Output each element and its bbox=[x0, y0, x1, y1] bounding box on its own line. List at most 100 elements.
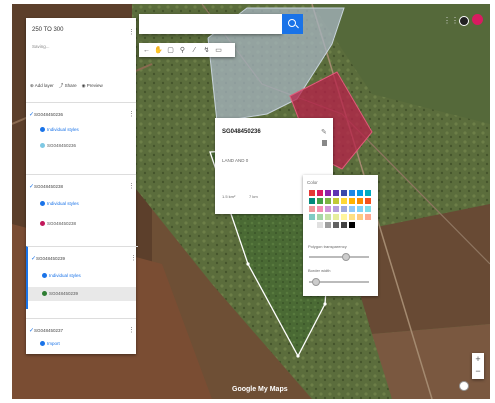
color-swatch[interactable] bbox=[340, 213, 348, 221]
apps-grid-icon[interactable]: ⋮⋮ bbox=[443, 16, 459, 25]
color-swatch[interactable] bbox=[324, 197, 332, 205]
layer-options-icon[interactable]: ⋮ bbox=[130, 254, 137, 262]
layer-style-link[interactable]: Individual styles bbox=[42, 273, 81, 279]
search-input[interactable] bbox=[141, 16, 281, 32]
color-swatch[interactable] bbox=[308, 205, 316, 213]
color-swatch[interactable] bbox=[324, 205, 332, 213]
map-header: 250 TO 300 Saving... ⋮ bbox=[26, 18, 136, 78]
color-swatch[interactable] bbox=[364, 197, 372, 205]
preview-label: Preview bbox=[86, 83, 103, 88]
color-swatch[interactable] bbox=[364, 213, 372, 221]
share-label: Share bbox=[64, 83, 77, 88]
layer-item[interactable]: ✓ SG048450238 ⋮ Individual styles SG0484… bbox=[26, 174, 136, 237]
avatar[interactable] bbox=[472, 14, 483, 25]
color-label: Color bbox=[307, 180, 318, 185]
color-swatch[interactable] bbox=[332, 221, 340, 229]
undo-icon[interactable]: ← bbox=[141, 44, 152, 56]
drawing-toolbar: ← ✋ ▢ ⚲ ⁄ ↯ ▭ bbox=[139, 43, 235, 57]
more-options-icon[interactable]: ⋮ bbox=[128, 28, 135, 36]
color-swatch[interactable] bbox=[364, 189, 372, 197]
style-icon bbox=[42, 273, 47, 279]
feature-item[interactable]: SG048450239 bbox=[42, 291, 79, 297]
color-swatch[interactable] bbox=[332, 205, 340, 213]
style-icon bbox=[40, 201, 45, 207]
color-swatch[interactable] bbox=[340, 221, 348, 229]
slider-handle[interactable] bbox=[342, 253, 350, 261]
feature-item[interactable]: SG048450236 bbox=[40, 143, 77, 149]
color-swatch[interactable] bbox=[324, 213, 332, 221]
feature-label: SG048450236 bbox=[47, 143, 77, 148]
zoom-out-button[interactable]: − bbox=[472, 366, 484, 379]
polygon-transparency-slider[interactable] bbox=[309, 253, 369, 261]
feature-item[interactable]: SG048450238 bbox=[40, 221, 76, 227]
color-swatch[interactable] bbox=[316, 221, 324, 229]
slider-handle[interactable] bbox=[312, 278, 320, 286]
color-swatch[interactable] bbox=[348, 213, 356, 221]
color-swatch[interactable] bbox=[308, 189, 316, 197]
color-swatch[interactable] bbox=[308, 221, 316, 229]
color-swatch[interactable] bbox=[356, 213, 364, 221]
color-swatch[interactable] bbox=[340, 189, 348, 197]
color-swatch[interactable] bbox=[356, 189, 364, 197]
preview-button[interactable]: ◉ Preview bbox=[82, 83, 103, 89]
layer-style-link[interactable]: Individual styles bbox=[40, 201, 79, 207]
color-swatch[interactable] bbox=[324, 221, 332, 229]
marker-icon[interactable]: ⚲ bbox=[177, 44, 188, 56]
color-swatch[interactable] bbox=[356, 197, 364, 205]
polygon-transparency-label: Polygon transparency bbox=[308, 244, 347, 249]
search-button[interactable] bbox=[282, 14, 303, 34]
color-swatch[interactable] bbox=[348, 221, 356, 229]
color-swatch[interactable] bbox=[348, 197, 356, 205]
color-swatch[interactable] bbox=[332, 213, 340, 221]
save-status: Saving... bbox=[32, 44, 50, 49]
notifications-icon[interactable] bbox=[459, 16, 469, 26]
line-icon[interactable]: ⁄ bbox=[189, 44, 200, 56]
color-swatch[interactable] bbox=[308, 197, 316, 205]
color-swatch[interactable] bbox=[356, 205, 364, 213]
color-swatch[interactable] bbox=[364, 205, 372, 213]
route-icon[interactable]: ↯ bbox=[201, 44, 212, 56]
import-icon bbox=[40, 341, 45, 347]
layer-item[interactable]: ✓ SG048450237 ⋮ Import bbox=[26, 318, 136, 355]
feature-perimeter: 7 km bbox=[249, 194, 258, 199]
color-swatch[interactable] bbox=[348, 205, 356, 213]
feature-label: SG048450239 bbox=[49, 291, 79, 296]
layer-options-icon[interactable]: ⋮ bbox=[128, 182, 135, 190]
edit-icon[interactable]: ✎ bbox=[321, 128, 327, 136]
layer-options-icon[interactable]: ⋮ bbox=[128, 326, 135, 334]
style-icon bbox=[40, 127, 45, 133]
border-width-label: Border width bbox=[308, 268, 331, 273]
color-swatch[interactable] bbox=[308, 213, 316, 221]
hand-icon[interactable]: ✋ bbox=[153, 44, 164, 56]
color-swatch[interactable] bbox=[340, 205, 348, 213]
my-location-icon[interactable] bbox=[459, 381, 469, 391]
color-swatch[interactable] bbox=[324, 189, 332, 197]
polygon-icon[interactable]: ▢ bbox=[165, 44, 176, 56]
layer-name: SG048450236 bbox=[34, 112, 64, 117]
color-swatch[interactable] bbox=[348, 189, 356, 197]
add-layer-button[interactable]: ⊕ Add layer bbox=[30, 83, 54, 89]
map-title[interactable]: 250 TO 300 bbox=[32, 27, 63, 33]
color-swatch[interactable] bbox=[332, 189, 340, 197]
google-my-maps-logo: Google My Maps bbox=[232, 386, 288, 393]
border-width-slider[interactable] bbox=[309, 278, 369, 286]
color-swatch[interactable] bbox=[340, 197, 348, 205]
layer-options-icon[interactable]: ⋮ bbox=[128, 110, 135, 118]
import-link[interactable]: Import bbox=[40, 341, 60, 347]
layer-item-selected[interactable]: ✓ SG048450239 ⋮ Individual styles SG0484… bbox=[26, 246, 138, 309]
delete-icon[interactable] bbox=[322, 140, 327, 146]
layer-style-label: Individual styles bbox=[49, 273, 81, 278]
ruler-icon[interactable]: ▭ bbox=[213, 44, 224, 56]
map-window: ← ✋ ▢ ⚲ ⁄ ↯ ▭ ⋮⋮ 250 TO 300 Saving... ⋮ … bbox=[12, 4, 490, 399]
layer-item[interactable]: ✓ SG048450236 ⋮ Individual styles SG0484… bbox=[26, 102, 136, 158]
zoom-in-button[interactable]: + bbox=[472, 353, 484, 366]
color-swatch[interactable] bbox=[316, 205, 324, 213]
layer-style-link[interactable]: Individual styles bbox=[40, 127, 79, 133]
color-swatch[interactable] bbox=[316, 213, 324, 221]
color-swatch[interactable] bbox=[316, 197, 324, 205]
share-button[interactable]: ⤴ Share bbox=[59, 83, 77, 89]
search-bar[interactable] bbox=[139, 14, 303, 34]
color-swatch[interactable] bbox=[332, 197, 340, 205]
color-swatch[interactable] bbox=[316, 189, 324, 197]
layer-name: SG048450238 bbox=[34, 184, 64, 189]
